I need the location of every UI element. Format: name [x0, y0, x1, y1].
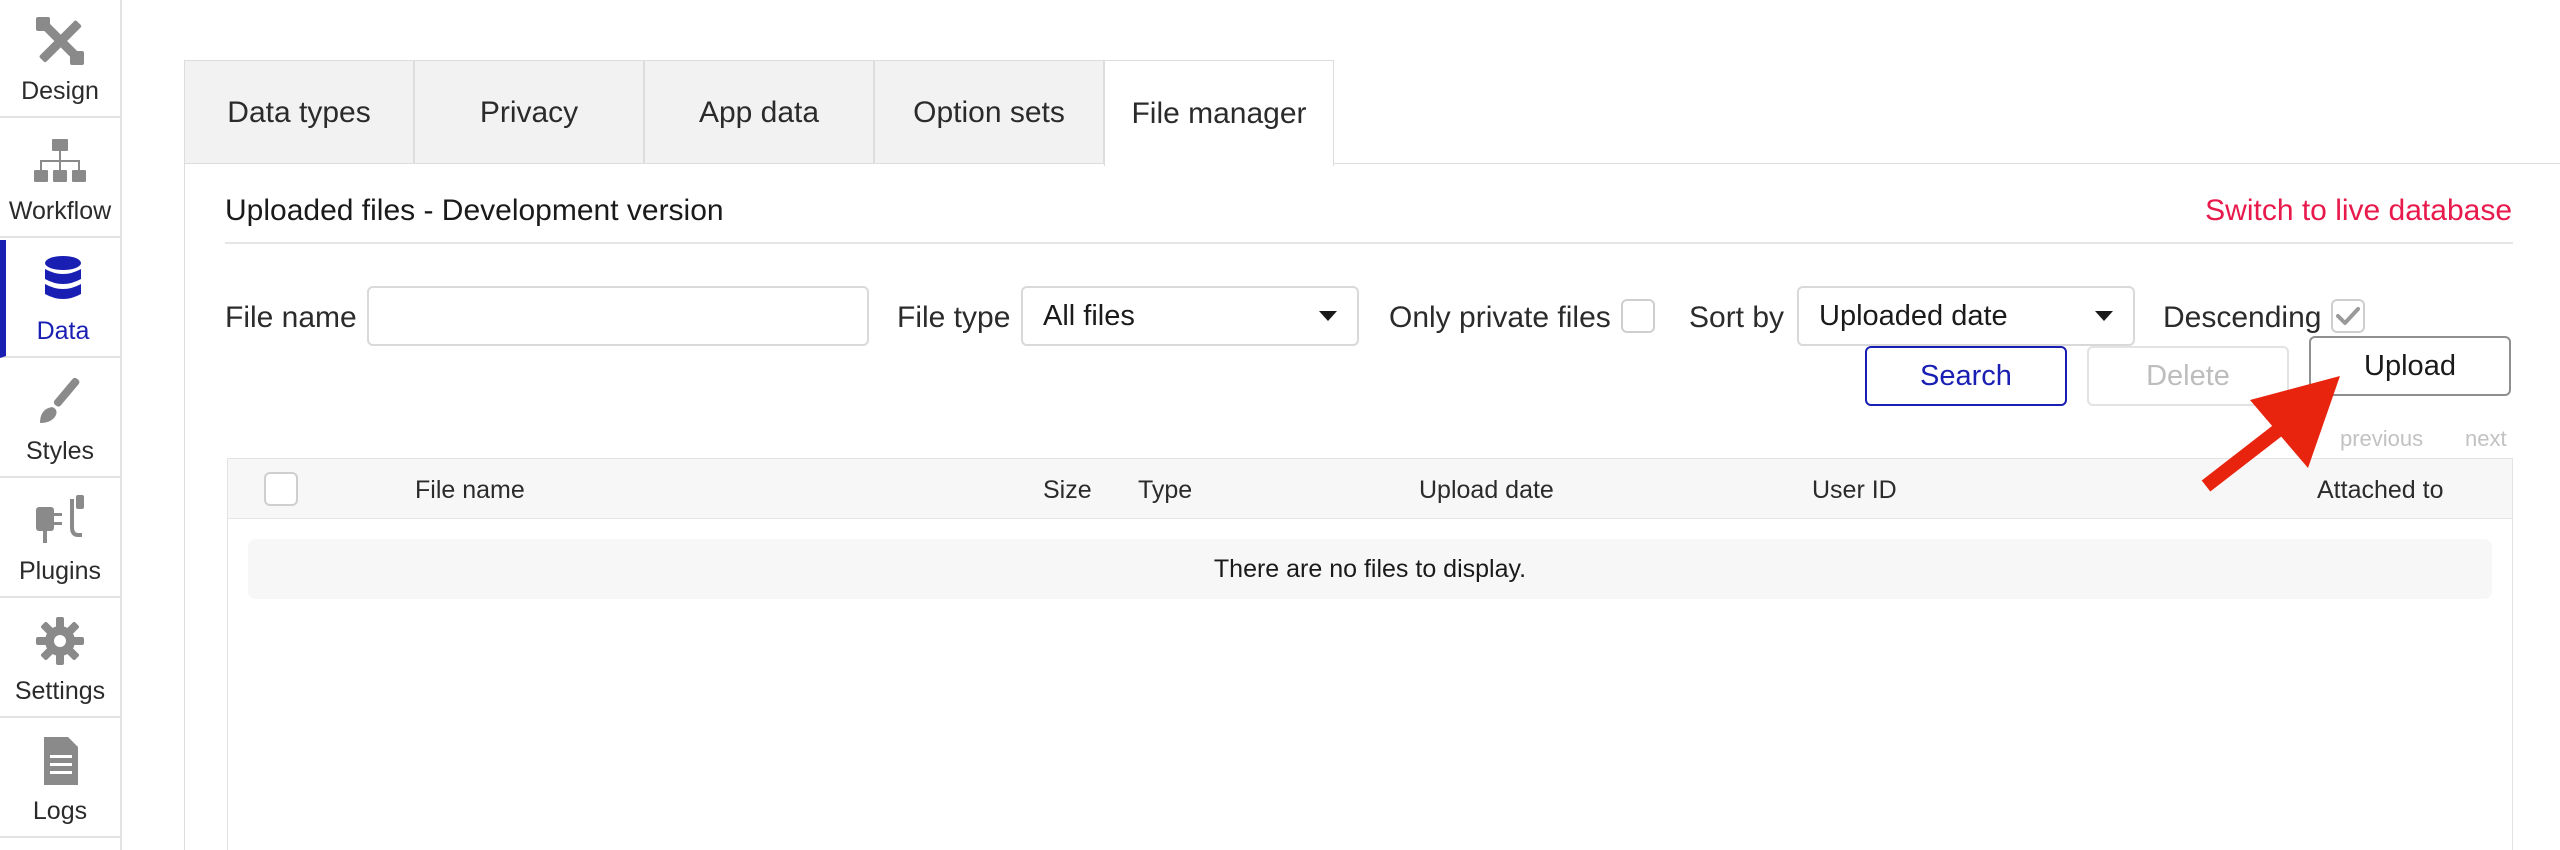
database-icon: [33, 251, 93, 311]
file-type-value: All files: [1043, 299, 1135, 332]
switch-to-live-database-link[interactable]: Switch to live database: [2205, 194, 2512, 228]
descending-label: Descending: [2163, 301, 2322, 334]
sidebar-item-label: Plugins: [19, 557, 101, 585]
column-header-user-id[interactable]: User ID: [1812, 476, 1897, 505]
file-name-input[interactable]: [367, 286, 869, 346]
sidebar-item-plugins[interactable]: Plugins: [0, 480, 120, 598]
annotation-arrow-icon: [2201, 376, 2340, 492]
only-private-files-label: Only private files: [1389, 301, 1611, 334]
file-manager-panel: Uploaded files - Development version Swi…: [184, 163, 2560, 850]
tab-file-manager[interactable]: File manager: [1104, 60, 1334, 166]
sidebar-item-logs[interactable]: Logs: [0, 720, 120, 838]
sort-by-label: Sort by: [1689, 301, 1785, 334]
divider: [225, 242, 2513, 244]
table-header: File name Size Type Upload date User ID …: [228, 459, 2512, 519]
caret-down-icon: [1319, 311, 1337, 321]
gear-icon: [30, 611, 90, 671]
file-name-label: File name: [225, 301, 357, 334]
files-table: File name Size Type Upload date User ID …: [227, 458, 2513, 850]
search-button[interactable]: Search: [1865, 346, 2067, 406]
file-type-label: File type: [897, 301, 1011, 334]
brush-icon: [30, 371, 90, 431]
tab-app-data[interactable]: App data: [644, 60, 874, 164]
sidebar-item-label: Design: [21, 77, 99, 105]
sidebar-item-label: Logs: [32, 797, 88, 825]
workflow-icon: [30, 131, 90, 191]
tab-privacy[interactable]: Privacy: [414, 60, 644, 164]
sidebar-item-design[interactable]: Design: [0, 0, 120, 118]
sidebar-item-data[interactable]: Data: [0, 240, 120, 358]
sidebar-item-label: Settings: [14, 677, 106, 705]
descending-checkbox[interactable]: [2331, 299, 2365, 333]
sidebar-item-workflow[interactable]: Workflow: [0, 120, 120, 238]
sidebar-item-label: Data: [36, 317, 90, 345]
sort-by-value: Uploaded date: [1819, 299, 2008, 332]
document-icon: [30, 731, 90, 791]
sidebar-item-settings[interactable]: Settings: [0, 600, 120, 718]
file-type-select[interactable]: All files: [1021, 286, 1359, 346]
sidebar-item-label: Workflow: [8, 197, 112, 225]
plug-icon: [30, 491, 90, 551]
select-all-checkbox[interactable]: [264, 472, 298, 506]
tab-data-types[interactable]: Data types: [184, 60, 414, 164]
panel-title: Uploaded files - Development version: [225, 194, 724, 227]
sort-by-select[interactable]: Uploaded date: [1797, 286, 2135, 346]
tab-option-sets[interactable]: Option sets: [874, 60, 1104, 164]
caret-down-icon: [2095, 311, 2113, 321]
column-header-upload-date[interactable]: Upload date: [1419, 476, 1554, 505]
next-page-link[interactable]: next: [2465, 426, 2507, 452]
data-tabs: Data types Privacy App data Option sets …: [184, 60, 1334, 166]
sidebar-item-label: Styles: [25, 437, 95, 465]
column-header-size[interactable]: Size: [1043, 476, 1092, 505]
only-private-files-checkbox[interactable]: [1621, 299, 1655, 333]
previous-page-link[interactable]: previous: [2340, 426, 2423, 452]
design-tools-icon: [30, 11, 90, 71]
column-header-file-name[interactable]: File name: [415, 476, 525, 505]
sidebar: Design Workflow Data Styles Plugins Sett…: [0, 0, 122, 850]
column-header-type[interactable]: Type: [1138, 476, 1192, 505]
sidebar-item-styles[interactable]: Styles: [0, 360, 120, 478]
checkmark-icon: [2336, 307, 2360, 325]
empty-state-message: There are no files to display.: [248, 539, 2492, 599]
